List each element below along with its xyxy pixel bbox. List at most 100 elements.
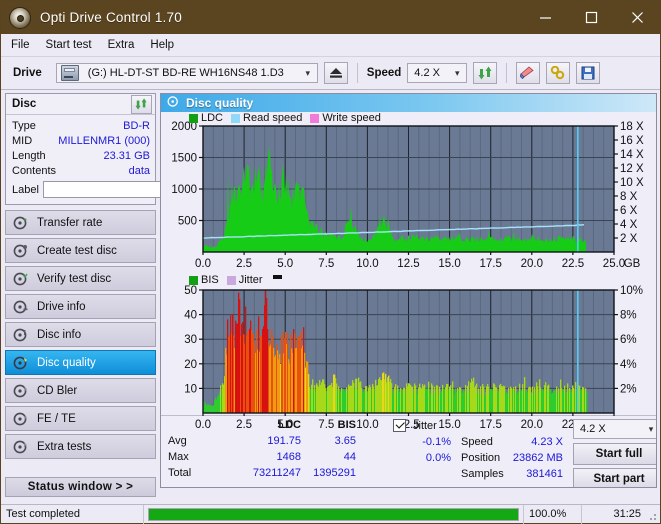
svg-text:40: 40 <box>184 310 197 322</box>
stats-area: LDC BIS Avg 191.75 3.65 Max 1468 44 Tota… <box>161 415 656 487</box>
disc-refresh-button[interactable] <box>131 94 152 114</box>
svg-text:18 X: 18 X <box>620 121 644 133</box>
menu-extra[interactable]: Extra <box>108 37 145 53</box>
bis-legend: BIS Jitter <box>189 274 282 286</box>
svg-text:12 X: 12 X <box>620 163 644 175</box>
resize-grip[interactable] <box>646 505 660 524</box>
disc-contents-label: Contents <box>12 164 57 177</box>
stats-avg-ldc: 191.75 <box>267 435 301 447</box>
disc-info-icon <box>13 299 29 315</box>
tools-button[interactable] <box>546 62 571 84</box>
sidebar-item-transfer-rate[interactable]: Transfer rate <box>5 210 156 235</box>
jitter-label: Jitter <box>413 420 437 432</box>
disc-bler-icon <box>13 383 29 399</box>
drive-label: Drive <box>13 67 42 79</box>
disc-row-mid: MID MILLENMR1 (000) <box>12 133 150 148</box>
eject-button[interactable] <box>323 62 348 84</box>
svg-text:16 X: 16 X <box>620 135 644 147</box>
refresh-button[interactable] <box>473 62 498 84</box>
legend-swatch <box>189 113 198 123</box>
svg-text:10.0: 10.0 <box>356 258 378 270</box>
title-bar: Opti Drive Control 1.70 <box>1 1 660 34</box>
drive-select[interactable]: (G:) HL-DT-ST BD-RE WH16NS48 1.D3 ▾ <box>55 63 318 83</box>
sidebar-item-extra-tests[interactable]: Extra tests <box>5 434 156 459</box>
sidebar-item-cd-bler[interactable]: CD Bler <box>5 378 156 403</box>
status-bar: Test completed 100.0% 31:25 <box>1 504 660 524</box>
svg-text:2 X: 2 X <box>620 233 638 245</box>
disc-write-icon <box>13 243 29 259</box>
chevron-down-icon: ▾ <box>648 423 654 434</box>
sidebar-item-label: CD Bler <box>37 384 78 397</box>
legend-label: Jitter <box>238 274 263 286</box>
sidebar-item-verify-test-disc[interactable]: Verify test disc <box>5 266 156 291</box>
toolbar-separator <box>356 63 358 83</box>
svg-text:5.0: 5.0 <box>277 258 293 270</box>
sidebar-item-label: Disc quality <box>37 356 96 369</box>
stats-total-ldc: 73211247 <box>252 467 301 479</box>
close-icon[interactable] <box>614 1 660 34</box>
minimize-icon[interactable] <box>522 1 568 34</box>
sidebar-item-disc-quality[interactable]: Disc quality <box>5 350 156 375</box>
status-window-button[interactable]: Status window > > <box>5 477 156 497</box>
legend-read-speed: Read speed <box>231 112 302 124</box>
svg-text:8%: 8% <box>620 310 637 322</box>
svg-text:6 X: 6 X <box>620 205 638 217</box>
speed-stat-label: Speed <box>461 436 493 448</box>
disc-length-label: Length <box>12 149 46 162</box>
sidebar-item-label: Transfer rate <box>37 216 103 229</box>
disc-mid-label: MID <box>12 134 33 147</box>
samples-value: 381461 <box>526 468 563 480</box>
window-controls <box>522 1 660 34</box>
disc-quality-icon <box>13 355 29 371</box>
legend-swatch <box>310 113 320 123</box>
sidebar-item-drive-info[interactable]: Drive info <box>5 294 156 319</box>
position-label: Position <box>461 452 501 464</box>
start-part-button[interactable]: Start part <box>573 468 656 487</box>
position-value: 23862 MB <box>512 452 563 464</box>
erase-button[interactable] <box>516 62 541 84</box>
sidebar-item-label: Disc info <box>37 328 82 341</box>
sidebar-item-disc-info[interactable]: Disc info <box>5 322 156 347</box>
progress-bar <box>144 504 524 524</box>
drive-toolbar: Drive (G:) HL-DT-ST BD-RE WH16NS48 1.D3 … <box>1 57 660 90</box>
stats-col-ldc: LDC <box>278 419 301 431</box>
sidebar-item-fe-te[interactable]: FE / TE <box>5 406 156 431</box>
legend-bis: BIS <box>189 274 219 286</box>
jitter-value-2: 0.0% <box>425 452 451 464</box>
menu-help[interactable]: Help <box>150 37 184 53</box>
eject-icon <box>329 68 342 78</box>
save-button[interactable] <box>576 62 601 84</box>
svg-text:22.5: 22.5 <box>562 258 584 270</box>
legend-label: LDC <box>201 112 224 124</box>
progress-fill <box>149 508 518 520</box>
speed-select[interactable]: 4.2 X ▾ <box>407 63 468 83</box>
sidebar-item-label: Verify test disc <box>37 272 112 285</box>
jitter-checkbox[interactable] <box>393 419 406 432</box>
refresh-icon <box>478 66 492 80</box>
legend-write-speed: Write speed <box>310 112 381 124</box>
stats-total-bis: 1395291 <box>313 467 356 479</box>
stats-row-total-label: Total <box>168 467 192 479</box>
panel-title: Disc quality <box>186 96 254 110</box>
sidebar: Disc Type BD-R MID MILLENMR1 (000) Lengt… <box>1 90 246 497</box>
disc-label-label: Label <box>12 183 39 196</box>
save-icon <box>581 66 595 80</box>
chevron-down-icon: ▾ <box>305 67 311 78</box>
sidebar-item-create-test-disc[interactable]: Create test disc <box>5 238 156 263</box>
sidebar-item-label: Extra tests <box>37 440 92 453</box>
test-speed-select[interactable]: 4.2 X ▾ <box>573 419 656 439</box>
panel-header: Disc quality <box>161 94 656 112</box>
svg-text:20.0: 20.0 <box>521 258 543 270</box>
progress-percent-text: 100.0% <box>524 504 582 524</box>
refresh-icon <box>135 98 147 110</box>
legend-label: BIS <box>201 274 219 286</box>
menu-start-test[interactable]: Start test <box>46 37 102 53</box>
stats-right: Jitter -0.1% 0.0% Speed 4.23 X Position … <box>393 419 656 487</box>
chevron-down-icon: ▾ <box>455 67 460 78</box>
start-full-button[interactable]: Start full <box>573 443 656 465</box>
disc-check-icon <box>13 271 29 287</box>
disc-box-header: Disc <box>6 94 155 115</box>
maximize-icon[interactable] <box>568 1 614 34</box>
jitter-value-1: -0.1% <box>422 436 451 448</box>
menu-file[interactable]: File <box>11 37 40 53</box>
